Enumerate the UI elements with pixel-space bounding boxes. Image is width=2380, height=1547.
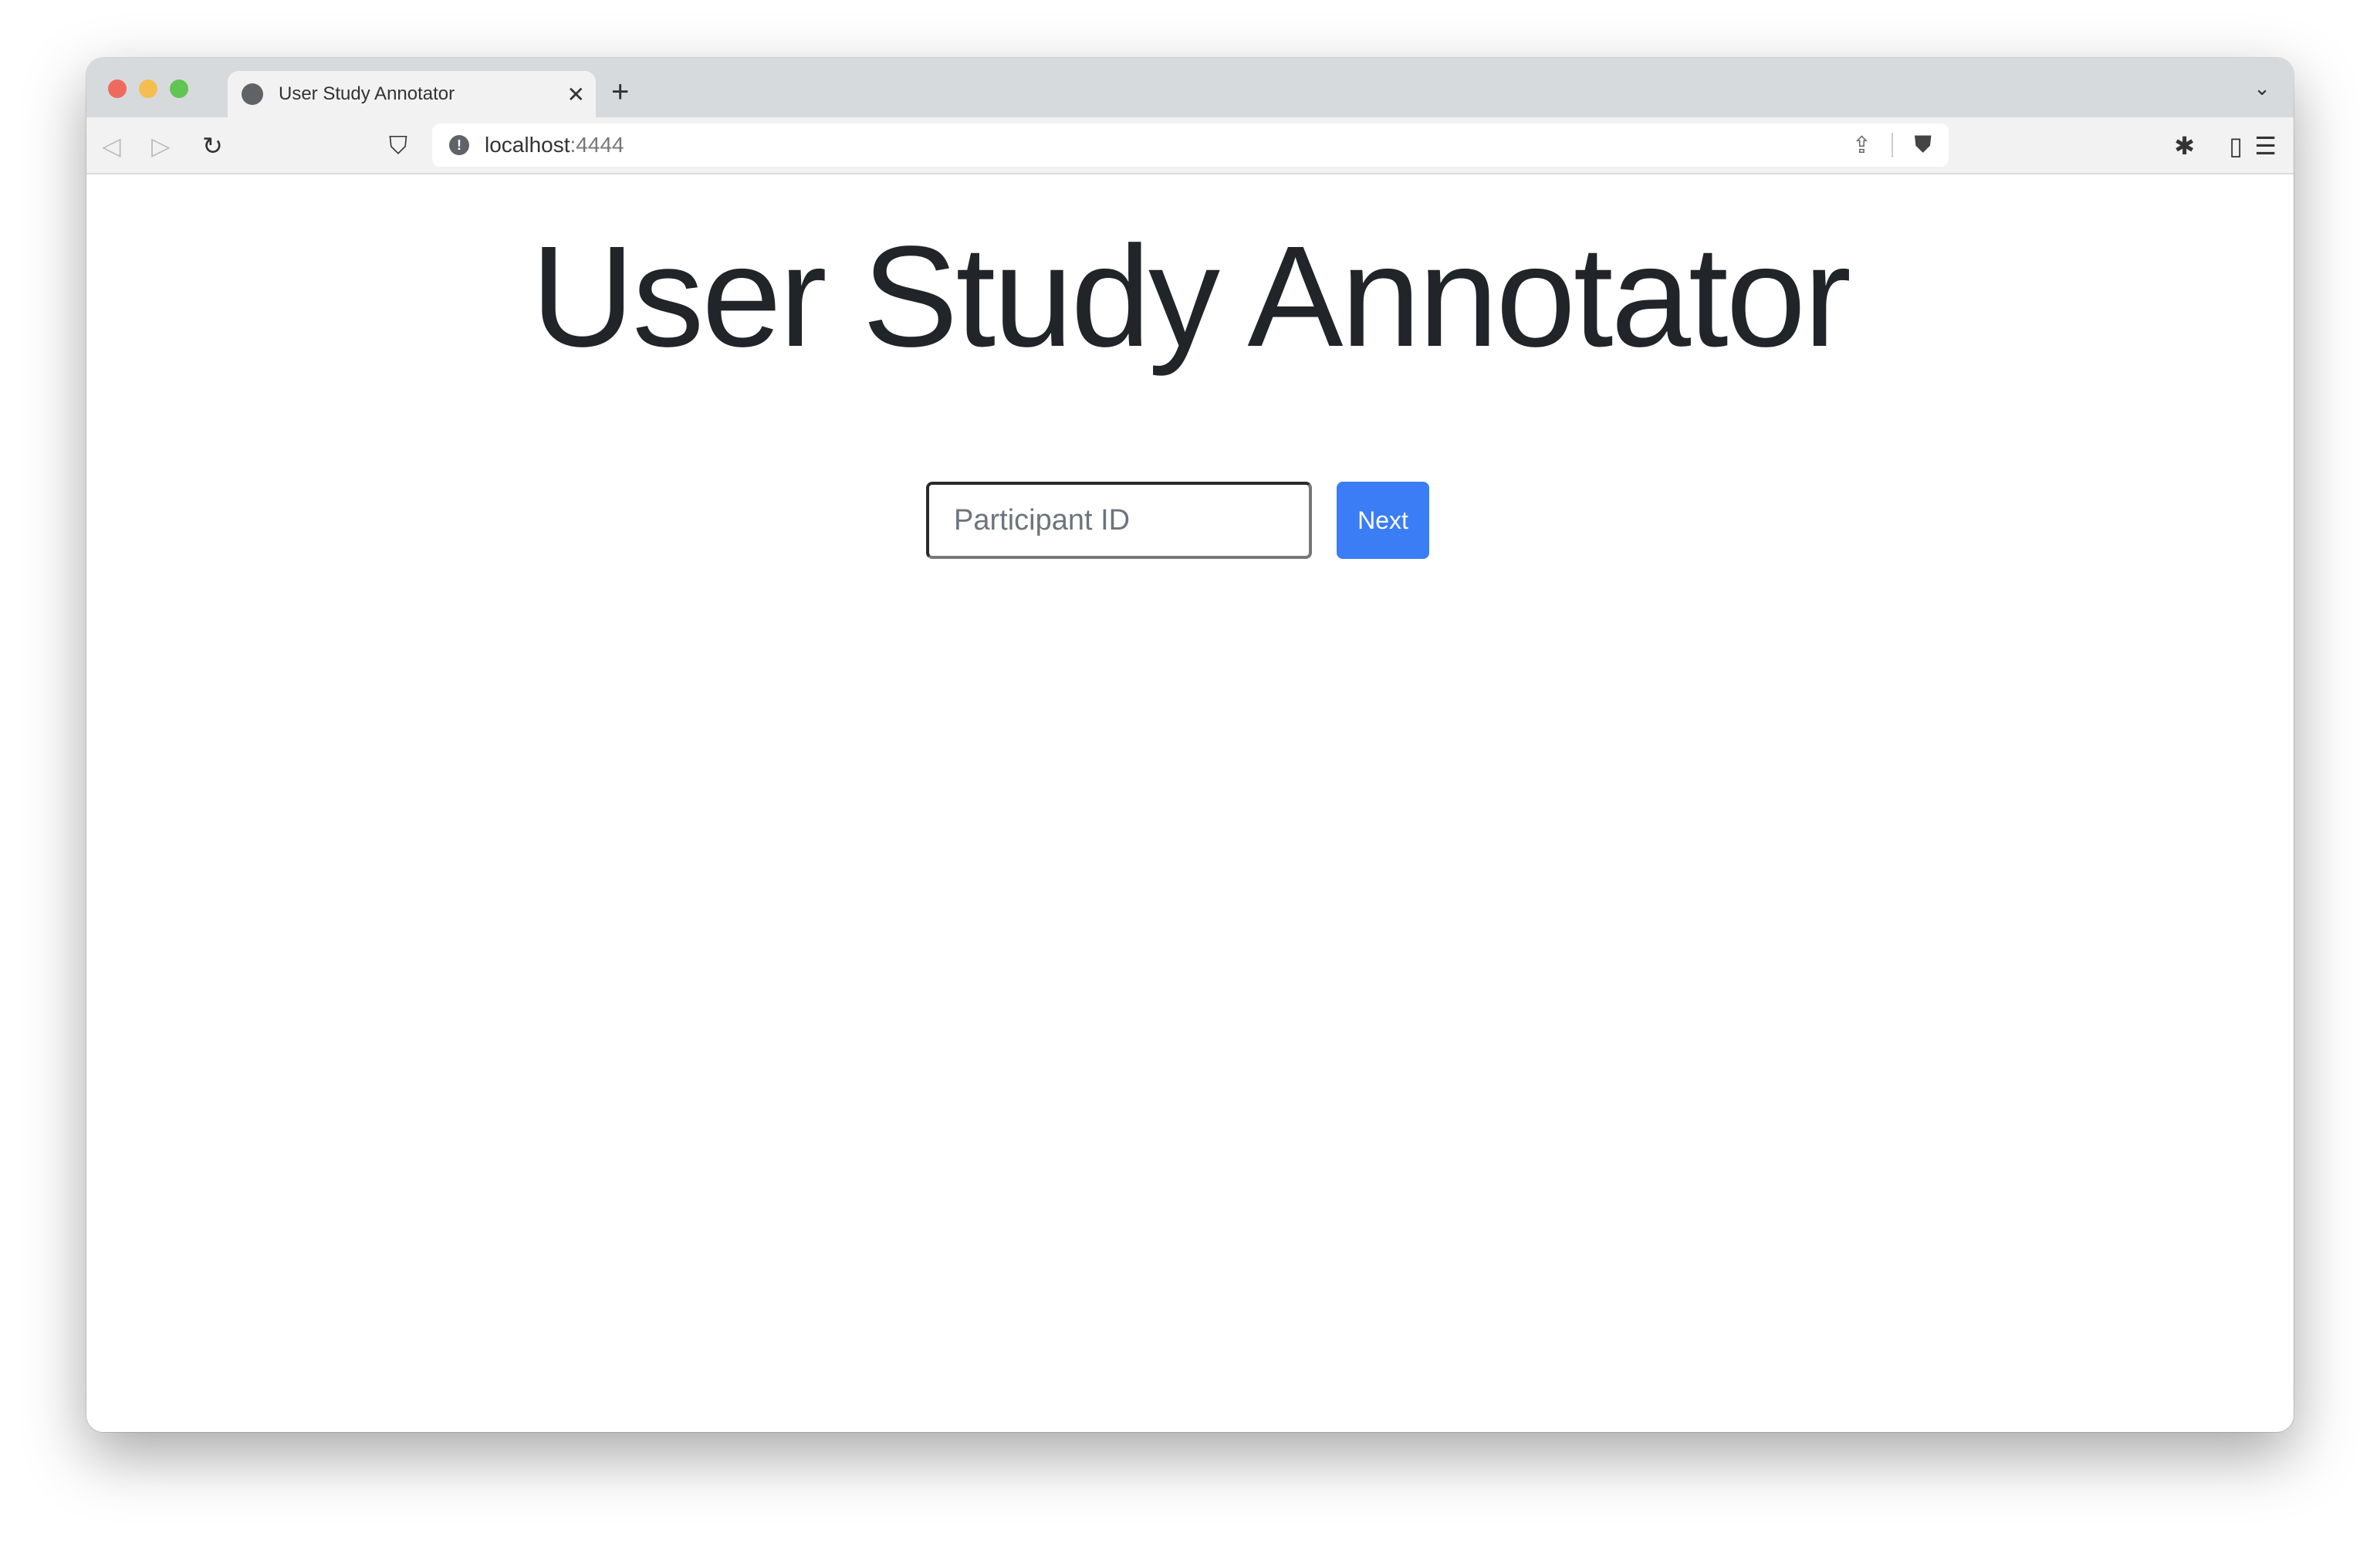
browser-window: User Study Annotator ✕ + ⌄ ◁ ▷ ↻ ⛉ ! loc…: [86, 58, 2294, 1432]
tab-active[interactable]: User Study Annotator ✕: [228, 71, 596, 117]
forward-icon[interactable]: ▷: [151, 131, 171, 161]
maximize-window-button[interactable]: [170, 80, 188, 98]
url-port: :4444: [570, 133, 624, 157]
url-text: localhost:4444: [485, 133, 624, 157]
tab-title: User Study Annotator: [279, 83, 455, 104]
address-bar[interactable]: ! localhost:4444 ⇪ ⛊: [432, 124, 1949, 167]
tab-bar: User Study Annotator ✕ + ⌄: [86, 58, 2294, 117]
site-info-icon[interactable]: !: [449, 135, 469, 155]
toolbar: ◁ ▷ ↻ ⛉ ! localhost:4444 ⇪ ⛊ ✱ ▯ ☰: [86, 117, 2294, 174]
page-title: User Study Annotator: [531, 217, 1851, 377]
share-icon[interactable]: ⇪: [1852, 132, 1871, 159]
reload-icon[interactable]: ↻: [202, 131, 223, 161]
brave-shields-icon[interactable]: ⛊: [1915, 132, 1932, 158]
new-tab-button[interactable]: +: [611, 75, 629, 110]
extensions-icon[interactable]: ✱: [2174, 131, 2195, 161]
globe-icon: [242, 83, 263, 105]
participant-id-input[interactable]: [926, 482, 1312, 559]
participant-form: Next: [926, 482, 1429, 559]
bookmark-icon[interactable]: ⛉: [389, 131, 407, 161]
divider: [1891, 133, 1893, 157]
tab-search-chevron-icon[interactable]: ⌄: [2253, 76, 2270, 100]
next-button[interactable]: Next: [1337, 482, 1429, 559]
back-icon[interactable]: ◁: [102, 131, 121, 161]
minimize-window-button[interactable]: [139, 80, 157, 98]
menu-icon[interactable]: ☰: [2254, 131, 2277, 161]
url-host: localhost: [485, 133, 570, 157]
close-window-button[interactable]: [108, 80, 127, 98]
close-tab-icon[interactable]: ✕: [567, 82, 585, 107]
page-content: User Study Annotator Next: [86, 176, 2294, 1432]
sidebar-icon[interactable]: ▯: [2229, 131, 2243, 161]
